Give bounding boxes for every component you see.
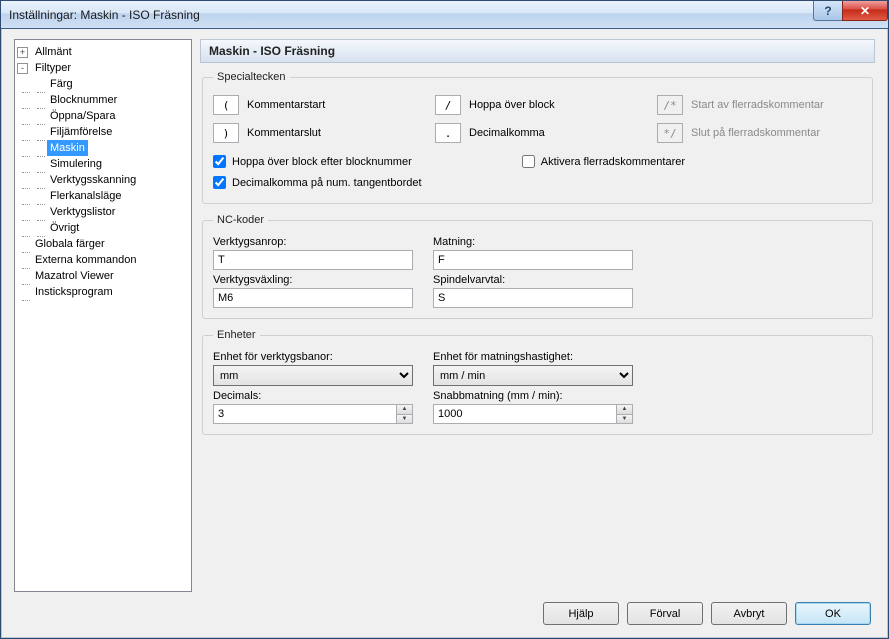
comment-start-char[interactable]: (: [213, 95, 239, 115]
input-tool-call[interactable]: [213, 250, 413, 270]
client-area: + Allmänt - Filtyper Färg Blocknummer Öp…: [1, 29, 888, 638]
tree-item-insticksprogram[interactable]: Insticksprogram: [32, 284, 116, 300]
cancel-button[interactable]: Avbryt: [711, 602, 787, 625]
label-rapid: Snabbmatning (mm / min):: [433, 390, 633, 402]
main-area: + Allmänt - Filtyper Färg Blocknummer Öp…: [14, 39, 875, 592]
label-feed-unit: Enhet för matningshastighet:: [433, 351, 633, 363]
tree-item-mazatrol-viewer[interactable]: Mazatrol Viewer: [32, 268, 117, 284]
tree-item-globala-farger[interactable]: Globala färger: [32, 236, 108, 252]
label-feed: Matning:: [433, 236, 633, 248]
ml-end-label: Slut på flerradskommentar: [691, 127, 820, 139]
tree-item-ovrigt[interactable]: Övrigt: [47, 220, 82, 236]
label-tool-call: Verktygsanrop:: [213, 236, 413, 248]
tree-item-filjamforelse[interactable]: Filjämförelse: [47, 124, 115, 140]
group-nc-koder: NC-koder Verktygsanrop: Matning: Verktyg…: [202, 214, 873, 319]
close-icon[interactable]: ✕: [842, 1, 888, 21]
label-spindle: Spindelvarvtal:: [433, 274, 633, 286]
page-title: Maskin - ISO Fräsning: [200, 39, 875, 63]
tree-item-maskin[interactable]: Maskin: [47, 140, 88, 156]
help-button[interactable]: Hjälp: [543, 602, 619, 625]
tree-item-verktygslistor[interactable]: Verktygslistor: [47, 204, 118, 220]
label-toolpath-unit: Enhet för verktygsbanor:: [213, 351, 413, 363]
group-legend: Specialtecken: [213, 71, 290, 83]
chevron-down-icon[interactable]: ▼: [617, 415, 632, 424]
dialog-buttons: Hjälp Förval Avbryt OK: [14, 592, 875, 627]
checkbox-input[interactable]: [522, 155, 535, 168]
comment-start-label: Kommentarstart: [247, 99, 325, 111]
tree-item-filtyper[interactable]: Filtyper: [32, 60, 74, 76]
ml-start-label: Start av flerradskommentar: [691, 99, 824, 111]
spinner-buttons[interactable]: ▲ ▼: [396, 404, 413, 424]
input-decimals[interactable]: [213, 404, 396, 424]
chevron-down-icon[interactable]: ▼: [397, 415, 412, 424]
tree-item-simulering[interactable]: Simulering: [47, 156, 105, 172]
checkbox-skip-after-blocknum[interactable]: Hoppa över block efter blocknummer: [213, 155, 412, 168]
spinner-buttons[interactable]: ▲ ▼: [616, 404, 633, 424]
skip-block-char[interactable]: /: [435, 95, 461, 115]
defaults-button[interactable]: Förval: [627, 602, 703, 625]
group-specialtecken: Specialtecken ( Kommentarstart / Hoppa ö…: [202, 71, 873, 204]
input-tool-change[interactable]: [213, 288, 413, 308]
chevron-up-icon[interactable]: ▲: [617, 405, 632, 415]
checkbox-input[interactable]: [213, 176, 226, 189]
checkbox-decimal-numpad[interactable]: Decimalkomma på num. tangentbordet: [213, 176, 862, 189]
ok-button[interactable]: OK: [795, 602, 871, 625]
tree-item-oppna-spara[interactable]: Öppna/Spara: [47, 108, 118, 124]
ml-start-char: /*: [657, 95, 683, 115]
input-rapid[interactable]: [433, 404, 616, 424]
label-decimals: Decimals:: [213, 390, 413, 402]
help-icon[interactable]: ?: [813, 1, 843, 21]
settings-window: Inställningar: Maskin - ISO Fräsning ? ✕…: [0, 0, 889, 639]
tree-item-externa-kommandon[interactable]: Externa kommandon: [32, 252, 140, 268]
tree-item-flerkanalslage[interactable]: Flerkanalsläge: [47, 188, 125, 204]
label-tool-change: Verktygsväxling:: [213, 274, 413, 286]
titlebar-buttons: ? ✕: [814, 1, 888, 21]
tree-item-blocknummer[interactable]: Blocknummer: [47, 92, 120, 108]
comment-end-char[interactable]: ): [213, 123, 239, 143]
group-legend: NC-koder: [213, 214, 268, 226]
ml-end-char: */: [657, 123, 683, 143]
collapse-icon[interactable]: -: [17, 63, 28, 74]
expand-icon[interactable]: +: [17, 47, 28, 58]
decimal-char[interactable]: .: [435, 123, 461, 143]
tree-item-allmant[interactable]: Allmänt: [32, 44, 75, 60]
decimal-label: Decimalkomma: [469, 127, 545, 139]
titlebar: Inställningar: Maskin - ISO Fräsning ? ✕: [1, 1, 888, 29]
select-toolpath-unit[interactable]: mm: [213, 365, 413, 386]
checkbox-input[interactable]: [213, 155, 226, 168]
window-title: Inställningar: Maskin - ISO Fräsning: [9, 8, 200, 22]
content-panel: Maskin - ISO Fräsning Specialtecken ( Ko…: [200, 39, 875, 592]
category-tree[interactable]: + Allmänt - Filtyper Färg Blocknummer Öp…: [14, 39, 192, 592]
comment-end-label: Kommentarslut: [247, 127, 321, 139]
tree-item-farg[interactable]: Färg: [47, 76, 76, 92]
input-spindle[interactable]: [433, 288, 633, 308]
chevron-up-icon[interactable]: ▲: [397, 405, 412, 415]
group-enheter: Enheter Enhet för verktygsbanor: Enhet f…: [202, 329, 873, 435]
group-legend: Enheter: [213, 329, 260, 341]
tree-item-verktygsskanning[interactable]: Verktygsskanning: [47, 172, 139, 188]
select-feed-unit[interactable]: mm / min: [433, 365, 633, 386]
spinner-decimals[interactable]: ▲ ▼: [213, 404, 413, 424]
input-feed[interactable]: [433, 250, 633, 270]
spinner-rapid[interactable]: ▲ ▼: [433, 404, 633, 424]
skip-block-label: Hoppa över block: [469, 99, 555, 111]
checkbox-enable-multiline[interactable]: Aktivera flerradskommentarer: [522, 155, 685, 168]
